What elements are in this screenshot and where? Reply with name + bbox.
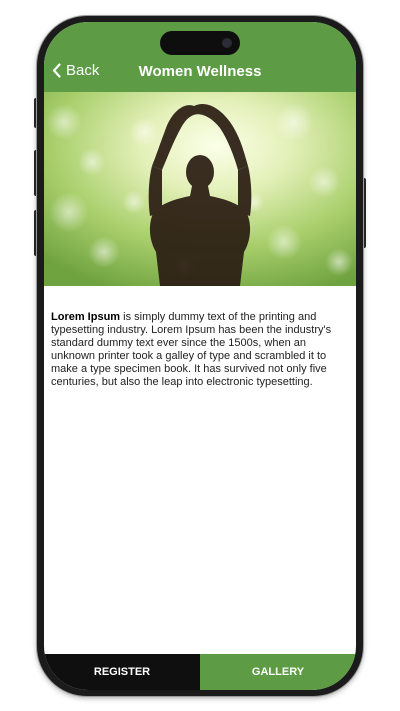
tab-register-label: REGISTER (93, 666, 151, 678)
app-screen: Back Women Wellness Lorem Ipsum is simpl… (44, 22, 356, 690)
tab-gallery[interactable]: GALLERY (200, 654, 356, 690)
tab-register[interactable]: REGISTER (44, 654, 200, 690)
bottom-tab-bar: REGISTER GALLERY (44, 654, 356, 690)
hero-image (44, 92, 356, 286)
camera-icon (222, 38, 232, 48)
tab-gallery-label: GALLERY (251, 666, 305, 678)
device-mockup: Back Women Wellness Lorem Ipsum is simpl… (0, 0, 400, 711)
description-text: Lorem Ipsum is simply dummy text of the … (51, 311, 351, 389)
page-title: Women Wellness (138, 63, 262, 80)
dynamic-island (160, 31, 240, 55)
description-lead: Lorem Ipsum (51, 311, 121, 323)
